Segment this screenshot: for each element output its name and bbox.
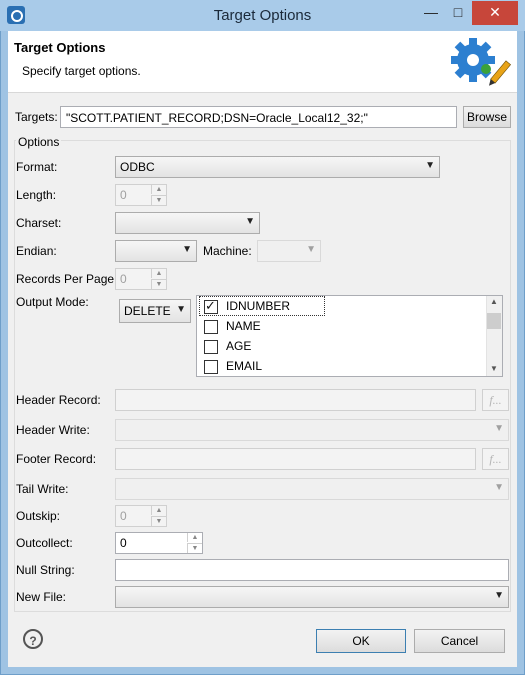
outskip-label: Outskip: <box>16 509 61 523</box>
output-mode-select[interactable]: DELETE ▼ <box>119 299 191 323</box>
header-record-label: Header Record: <box>16 393 101 407</box>
header-record-input[interactable] <box>115 389 476 411</box>
function-button[interactable]: f... <box>482 448 509 470</box>
outcollect-stepper[interactable]: 0 ▲ ▼ <box>115 532 203 554</box>
length-value: 0 <box>120 188 127 202</box>
new-file-label: New File: <box>16 590 67 604</box>
scroll-up-icon[interactable]: ▲ <box>490 297 498 306</box>
list-item-label: AGE <box>226 339 252 353</box>
list-item-name[interactable]: NAME <box>200 317 324 335</box>
null-string-input[interactable] <box>115 559 509 581</box>
stepper-down-icon[interactable]: ▼ <box>151 516 166 526</box>
list-item-email[interactable]: EMAIL <box>200 357 324 375</box>
outcollect-label: Outcollect: <box>16 536 73 550</box>
checkbox[interactable] <box>204 360 218 374</box>
footer-record-label: Footer Record: <box>16 452 97 466</box>
stepper-down-icon[interactable]: ▼ <box>151 195 166 205</box>
header-title: Target Options <box>14 40 106 55</box>
records-per-page-value: 0 <box>120 272 127 286</box>
header-write-select[interactable]: ▼ <box>115 419 509 441</box>
scroll-thumb[interactable] <box>487 313 501 329</box>
stepper-up-icon[interactable]: ▲ <box>151 185 166 194</box>
chevron-down-icon: ▼ <box>494 482 504 493</box>
header-write-label: Header Write: <box>16 423 90 437</box>
minimize-button[interactable]: — <box>418 1 444 25</box>
output-mode-label: Output Mode: <box>16 295 89 309</box>
tail-write-select[interactable]: ▼ <box>115 478 509 500</box>
targets-input[interactable]: "SCOTT.PATIENT_RECORD;DSN=Oracle_Local12… <box>60 106 457 128</box>
checkbox[interactable] <box>204 340 218 354</box>
records-per-page-label: Records Per Page: <box>16 272 118 286</box>
stepper-down-icon[interactable]: ▼ <box>187 543 202 553</box>
format-select[interactable]: ODBC ▼ <box>115 156 440 178</box>
close-button[interactable]: ✕ <box>472 1 518 25</box>
chevron-down-icon: ▼ <box>306 244 316 255</box>
options-legend: Options <box>16 135 62 149</box>
list-item-label: IDNUMBER <box>226 299 291 313</box>
list-item-idnumber[interactable]: IDNUMBER <box>199 296 325 316</box>
charset-select[interactable]: ▼ <box>115 212 260 234</box>
records-per-page-stepper[interactable]: 0 ▲ ▼ <box>115 268 167 290</box>
format-label: Format: <box>16 160 58 174</box>
ok-button[interactable]: OK <box>316 629 406 653</box>
scroll-down-icon[interactable]: ▼ <box>490 364 498 373</box>
stepper-up-icon[interactable]: ▲ <box>151 506 166 515</box>
chevron-down-icon: ▼ <box>182 244 192 255</box>
format-value: ODBC <box>120 160 155 174</box>
help-icon[interactable]: ? <box>23 629 43 649</box>
function-button[interactable]: f... <box>482 389 509 411</box>
list-item-age[interactable]: AGE <box>200 337 324 355</box>
checkbox[interactable] <box>204 298 218 314</box>
header-description: Specify target options. <box>22 64 141 78</box>
browse-button[interactable]: Browse <box>463 106 511 128</box>
stepper-up-icon[interactable]: ▲ <box>151 269 166 278</box>
machine-label: Machine: <box>203 244 252 258</box>
list-item-label: NAME <box>226 319 261 333</box>
checkbox[interactable] <box>204 320 218 334</box>
stepper-up-icon[interactable]: ▲ <box>187 533 202 542</box>
chevron-down-icon: ▼ <box>176 304 186 315</box>
tail-write-label: Tail Write: <box>16 482 69 496</box>
length-label: Length: <box>16 188 57 202</box>
length-stepper[interactable]: 0 ▲ ▼ <box>115 184 167 206</box>
outskip-stepper[interactable]: 0 ▲ ▼ <box>115 505 167 527</box>
footer-record-input[interactable] <box>115 448 476 470</box>
gear-pencil-icon <box>451 38 512 86</box>
charset-label: Charset: <box>16 216 62 230</box>
new-file-select[interactable]: ▼ <box>115 586 509 608</box>
chevron-down-icon: ▼ <box>494 590 504 601</box>
list-item-label: EMAIL <box>226 359 263 373</box>
endian-select[interactable]: ▼ <box>115 240 197 262</box>
maximize-button[interactable]: □ <box>445 1 471 25</box>
chevron-down-icon: ▼ <box>245 216 255 227</box>
outskip-value: 0 <box>120 509 127 523</box>
cancel-button[interactable]: Cancel <box>414 629 505 653</box>
null-string-label: Null String: <box>16 563 75 577</box>
chevron-down-icon: ▼ <box>494 423 504 434</box>
machine-select[interactable]: ▼ <box>257 240 321 262</box>
chevron-down-icon: ▼ <box>425 160 435 171</box>
targets-label: Targets: <box>15 110 58 124</box>
endian-label: Endian: <box>16 244 57 258</box>
output-mode-value: DELETE <box>124 304 171 318</box>
stepper-down-icon[interactable]: ▼ <box>151 279 166 289</box>
outcollect-value: 0 <box>120 536 127 550</box>
